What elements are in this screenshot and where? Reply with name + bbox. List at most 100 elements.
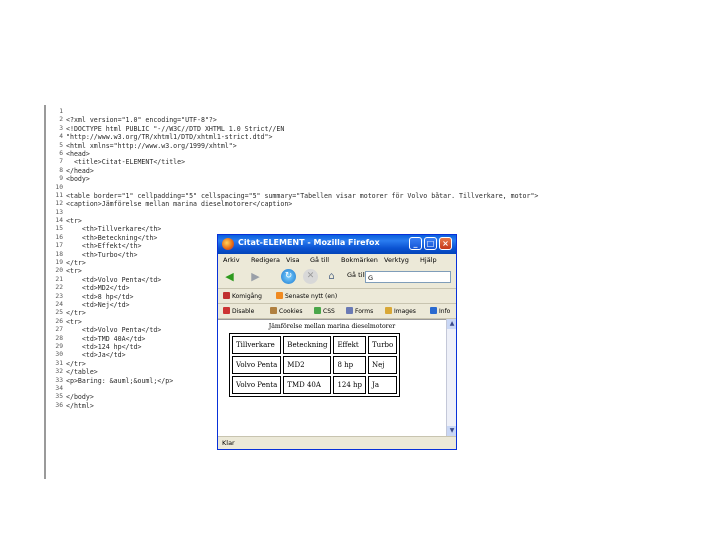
table-cell: MD2 xyxy=(283,356,332,374)
line-number: 29 xyxy=(55,342,63,350)
toolbar-label: CSS xyxy=(323,308,335,315)
scroll-down-icon[interactable]: ▼ xyxy=(447,426,456,436)
line-number: 24 xyxy=(55,300,63,308)
status-bar: Klar xyxy=(218,436,456,449)
menu-bar: Arkiv Redigera Visa Gå till Bokmärken Ve… xyxy=(218,254,456,266)
line-number: 1 xyxy=(59,108,63,115)
line-number: 12 xyxy=(55,200,63,208)
window-titlebar[interactable]: Citat-ELEMENT - Mozilla Firefox _ □ × xyxy=(218,235,456,254)
code-line[interactable] xyxy=(66,209,681,217)
toolbar-css[interactable]: CSS xyxy=(314,307,335,315)
menu-item-bokmarken[interactable]: Bokmärken xyxy=(341,256,378,264)
line-number: 19 xyxy=(55,259,63,267)
code-line[interactable]: <head> xyxy=(66,150,681,158)
toolbar-forms[interactable]: Forms xyxy=(346,307,373,315)
address-field[interactable]: G xyxy=(365,271,451,283)
code-line[interactable]: <?xml version="1.0" encoding="UTF-8"?> xyxy=(66,116,681,124)
code-line[interactable]: "http://www.w3.org/TR/xhtml1/DTD/xhtml1-… xyxy=(66,133,681,141)
line-number: 21 xyxy=(55,275,63,283)
line-number: 20 xyxy=(55,267,63,275)
toolbar-images[interactable]: Images xyxy=(385,307,416,315)
table-cell: 124 hp xyxy=(333,376,367,394)
firefox-logo-icon xyxy=(222,238,234,250)
code-line[interactable]: <title>Citat-ELEMENT</title> xyxy=(66,158,681,166)
scroll-up-icon[interactable]: ▲ xyxy=(447,319,456,329)
line-number: 8 xyxy=(59,166,63,174)
bookmark-getting-started[interactable]: Komigång xyxy=(223,292,262,300)
code-line[interactable]: </head> xyxy=(66,167,681,175)
line-number: 16 xyxy=(55,233,63,241)
table-cell: TMD 40A xyxy=(283,376,332,394)
menu-item-ga-till[interactable]: Gå till xyxy=(310,256,329,264)
bookmark-label: Senaste nytt (en) xyxy=(285,293,338,300)
back-icon[interactable]: ◀ xyxy=(222,269,237,284)
toolbar-info[interactable]: Info xyxy=(430,307,450,315)
line-number: 15 xyxy=(55,225,63,233)
table-row: Volvo Penta MD2 8 hp Nej xyxy=(232,356,398,374)
toolbar-cookies[interactable]: Cookies xyxy=(270,307,303,315)
menu-item-hjalp[interactable]: Hjälp xyxy=(420,256,437,264)
cookie-icon xyxy=(270,307,277,314)
table-header-cell: Turbo xyxy=(368,336,398,354)
table-header-cell: Beteckning xyxy=(283,336,332,354)
menu-item-visa[interactable]: Visa xyxy=(286,256,299,264)
table-cell: Volvo Penta xyxy=(232,356,282,374)
bookmark-latest-news[interactable]: Senaste nytt (en) xyxy=(276,292,337,300)
window-title: Citat-ELEMENT - Mozilla Firefox xyxy=(238,238,380,247)
code-line[interactable]: <tr> xyxy=(66,217,681,225)
menu-item-arkiv[interactable]: Arkiv xyxy=(223,256,240,264)
css-icon xyxy=(314,307,321,314)
line-number: 31 xyxy=(55,359,63,367)
info-icon xyxy=(430,307,437,314)
forward-icon[interactable]: ▶ xyxy=(248,269,263,284)
maximize-button[interactable]: □ xyxy=(424,237,437,250)
toolbar-label: Images xyxy=(394,308,416,315)
menu-item-verktyg[interactable]: Verktyg xyxy=(384,256,409,264)
stop-icon[interactable]: ✕ xyxy=(303,269,318,284)
home-icon[interactable]: ⌂ xyxy=(324,269,339,284)
code-line[interactable]: <table border="1" cellpadding="5" cellsp… xyxy=(66,192,681,200)
line-number: 34 xyxy=(55,384,63,392)
table-header-cell: Effekt xyxy=(333,336,367,354)
table-header-row: Tillverkare Beteckning Effekt Turbo xyxy=(232,336,398,354)
engine-table: Tillverkare Beteckning Effekt Turbo Volv… xyxy=(229,333,401,397)
code-line[interactable]: <body> xyxy=(66,175,681,183)
line-number-gutter: 1 2 3 4 5 6 7 8 9 10 11 12 13 14 15 16 17 18 19 20 21 22 23 24 2… xyxy=(48,108,63,410)
line-number: 26 xyxy=(55,317,63,325)
line-number: 9 xyxy=(59,175,63,183)
reload-icon[interactable]: ↻ xyxy=(281,269,296,284)
line-number: 32 xyxy=(55,368,63,376)
gutter-divider xyxy=(44,105,46,479)
code-line[interactable]: <th>Tillverkare</th> xyxy=(66,225,681,233)
go-button[interactable]: Gå till xyxy=(347,271,366,279)
table-cell: 8 hp xyxy=(333,356,367,374)
page-viewport[interactable]: Jämförelse mellan marina dieselmotorer T… xyxy=(218,319,446,437)
code-line[interactable]: <!DOCTYPE html PUBLIC "-//W3C//DTD XHTML… xyxy=(66,125,681,133)
line-number: 30 xyxy=(55,351,63,359)
minimize-button[interactable]: _ xyxy=(409,237,422,250)
line-number: 10 xyxy=(55,183,63,191)
navigation-toolbar: ◀ ▶ ↻ ✕ ⌂ Gå till G xyxy=(218,266,456,289)
menu-item-redigera[interactable]: Redigera xyxy=(251,256,280,264)
line-number: 11 xyxy=(55,191,63,199)
close-button[interactable]: × xyxy=(439,237,452,250)
table-cell: Nej xyxy=(368,356,398,374)
bookmarks-toolbar: Komigång Senaste nytt (en) xyxy=(218,289,456,304)
line-number: 33 xyxy=(55,376,63,384)
code-line[interactable]: <html xmlns="http://www.w3.org/1999/xhtm… xyxy=(66,142,681,150)
vertical-scrollbar[interactable]: ▲ ▼ xyxy=(446,319,456,436)
line-number: 13 xyxy=(55,208,63,216)
images-icon xyxy=(385,307,392,314)
line-number: 23 xyxy=(55,292,63,300)
line-number: 35 xyxy=(55,393,63,401)
table-cell: Volvo Penta xyxy=(232,376,282,394)
forms-icon xyxy=(346,307,353,314)
code-line[interactable] xyxy=(66,108,681,116)
toolbar-disable[interactable]: Disable xyxy=(223,307,254,315)
code-line[interactable] xyxy=(66,184,681,192)
firefox-window: Citat-ELEMENT - Mozilla Firefox _ □ × Ar… xyxy=(217,234,457,450)
code-line[interactable]: <caption>Jämförelse mellan marina diesel… xyxy=(66,200,681,208)
line-number: 28 xyxy=(55,334,63,342)
rss-icon xyxy=(276,292,283,299)
line-number: 5 xyxy=(59,141,63,149)
